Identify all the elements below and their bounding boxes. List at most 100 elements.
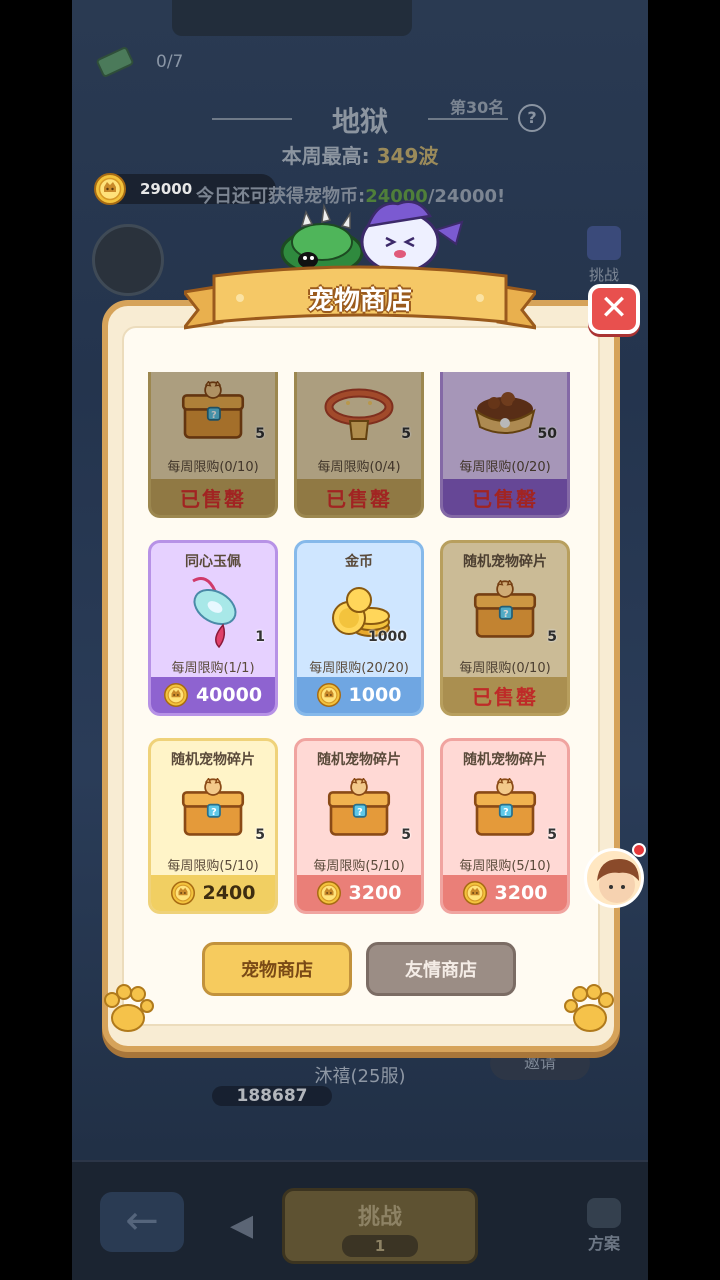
item-price: 40000 <box>195 684 263 706</box>
item-name: 随机宠物碎片 <box>171 752 255 768</box>
coin-icon <box>463 881 487 905</box>
item-qty: 5 <box>547 827 557 843</box>
chest-icon <box>324 778 394 840</box>
item-limit: 每周限购(0/10) <box>167 460 259 475</box>
buy-price-button[interactable]: 3200 <box>297 875 421 911</box>
ticket-count-label: 0/7 <box>156 52 184 72</box>
side-avatar-button[interactable] <box>584 848 644 908</box>
sold-out-label: 已售罄 <box>472 486 538 511</box>
chest-icon <box>178 381 248 443</box>
plan-label: 方案 <box>587 1234 620 1253</box>
bottom-bar: ← ◀ 挑战 1 方案 <box>72 1160 648 1280</box>
week-best-value: 349波 <box>376 144 439 168</box>
jade-pendant-icon <box>192 577 237 649</box>
collar-icon <box>324 388 394 440</box>
buy-price-button[interactable]: 1000 <box>297 677 421 713</box>
item-limit: 每周限购(0/10) <box>459 661 551 676</box>
ticket-button[interactable] <box>92 224 164 296</box>
coin-icon <box>164 683 188 707</box>
shop-item-card[interactable]: 5 每周限购(0/10) 已售罄 <box>148 372 278 518</box>
player-power: 188687 <box>212 1086 332 1106</box>
challenge-label: 挑战 <box>357 1205 402 1230</box>
shop-title-banner <box>184 265 536 330</box>
shop-item-card[interactable]: 同心玉佩 1 每周限购(1/1) 40000 <box>148 540 278 716</box>
plan-button[interactable]: 方案 <box>576 1198 632 1254</box>
coin-icon <box>171 881 195 905</box>
item-name: 随机宠物碎片 <box>317 752 401 768</box>
shop-item-card[interactable]: 5 每周限购(0/4) 已售罄 <box>294 372 424 518</box>
item-footer: 已售罄 <box>297 479 421 515</box>
coin-icon <box>317 683 341 707</box>
sold-out-label: 已售罄 <box>326 486 392 511</box>
item-qty: 5 <box>401 827 411 843</box>
tab-pet-shop[interactable]: 宠物商店 <box>202 942 352 996</box>
item-footer: 已售罄 <box>443 479 567 515</box>
item-price: 3200 <box>494 882 548 904</box>
item-price: 3200 <box>348 882 402 904</box>
item-price: 1000 <box>348 684 402 706</box>
item-name: 金币 <box>345 554 373 570</box>
paw-icon <box>104 984 154 1032</box>
buy-price-button[interactable]: 40000 <box>151 677 275 713</box>
coin-icon <box>94 173 126 205</box>
item-footer: 已售罄 <box>443 677 567 713</box>
buy-price-button[interactable]: 2400 <box>151 875 275 911</box>
item-qty: 1000 <box>368 629 407 645</box>
item-limit: 每周限购(1/1) <box>171 661 255 676</box>
shop-item-card[interactable]: 金币 1000 每周限购(20/20) 1000 <box>294 540 424 716</box>
food-bowl-icon <box>474 392 536 434</box>
paw-icon <box>564 984 614 1032</box>
stage-title: 地狱 <box>331 105 388 138</box>
shop-tabs: 宠物商店 友情商店 <box>202 942 522 998</box>
chest-icon <box>470 580 540 642</box>
item-name: 同心玉佩 <box>185 554 241 570</box>
notification-dot <box>632 843 646 857</box>
challenge-button[interactable]: 挑战 1 <box>282 1188 478 1264</box>
back-button[interactable]: ← <box>100 1192 184 1252</box>
coin-icon <box>317 881 341 905</box>
item-qty: 50 <box>537 426 557 442</box>
side-challenge-label: 挑战 <box>588 266 619 284</box>
shop-item-card[interactable]: 随机宠物碎片 5 每周限购(5/10) 2400 <box>148 738 278 914</box>
item-footer: 已售罄 <box>151 479 275 515</box>
help-icon[interactable]: ? <box>518 104 546 132</box>
tab-friend-shop[interactable]: 友情商店 <box>366 942 516 996</box>
item-qty: 5 <box>547 629 557 645</box>
close-button[interactable]: ✕ <box>588 284 640 334</box>
sold-out-label: 已售罄 <box>472 684 538 709</box>
shop-item-card[interactable]: 随机宠物碎片 5 每周限购(0/10) 已售罄 <box>440 540 570 716</box>
item-name: 随机宠物碎片 <box>463 752 547 768</box>
crown-icon <box>587 226 621 260</box>
item-qty: 5 <box>255 426 265 442</box>
prev-arrow-icon[interactable]: ◀ <box>230 1208 253 1243</box>
item-qty: 5 <box>401 426 411 442</box>
buy-price-button[interactable]: 3200 <box>443 875 567 911</box>
close-icon: ✕ <box>599 288 629 328</box>
week-best-label: 本周最高: <box>281 144 370 168</box>
ticket-counter: 0/7 <box>95 45 184 79</box>
sold-out-label: 已售罄 <box>180 486 246 511</box>
chest-icon <box>178 778 248 840</box>
top-bar <box>172 0 412 36</box>
stage-rank: 第30名 <box>450 98 505 117</box>
shop-item-card[interactable]: 随机宠物碎片 5 每周限购(5/10) 3200 <box>294 738 424 914</box>
item-price: 2400 <box>202 882 256 904</box>
item-limit: 每周限购(5/10) <box>167 859 259 874</box>
item-qty: 5 <box>255 827 265 843</box>
item-qty: 1 <box>255 629 265 645</box>
shop-item-card[interactable]: 50 每周限购(0/20) 已售罄 <box>440 372 570 518</box>
item-limit: 每周限购(5/10) <box>459 859 551 874</box>
week-best: 本周最高: 349波 <box>72 140 648 169</box>
side-challenge-button[interactable]: 挑战 <box>578 226 630 285</box>
ticket-icon <box>95 45 135 79</box>
item-limit: 每周限购(5/10) <box>313 859 405 874</box>
plan-icon <box>587 1198 621 1228</box>
chest-icon <box>470 778 540 840</box>
pet-coin-amount: 29000 <box>140 180 193 198</box>
item-limit: 每周限购(20/20) <box>309 661 409 676</box>
item-limit: 每周限购(0/20) <box>459 460 551 475</box>
item-limit: 每周限购(0/4) <box>317 460 401 475</box>
shop-item-card[interactable]: 随机宠物碎片 5 每周限购(5/10) 3200 <box>440 738 570 914</box>
challenge-cost: 1 <box>342 1235 418 1257</box>
item-name: 随机宠物碎片 <box>463 554 547 570</box>
